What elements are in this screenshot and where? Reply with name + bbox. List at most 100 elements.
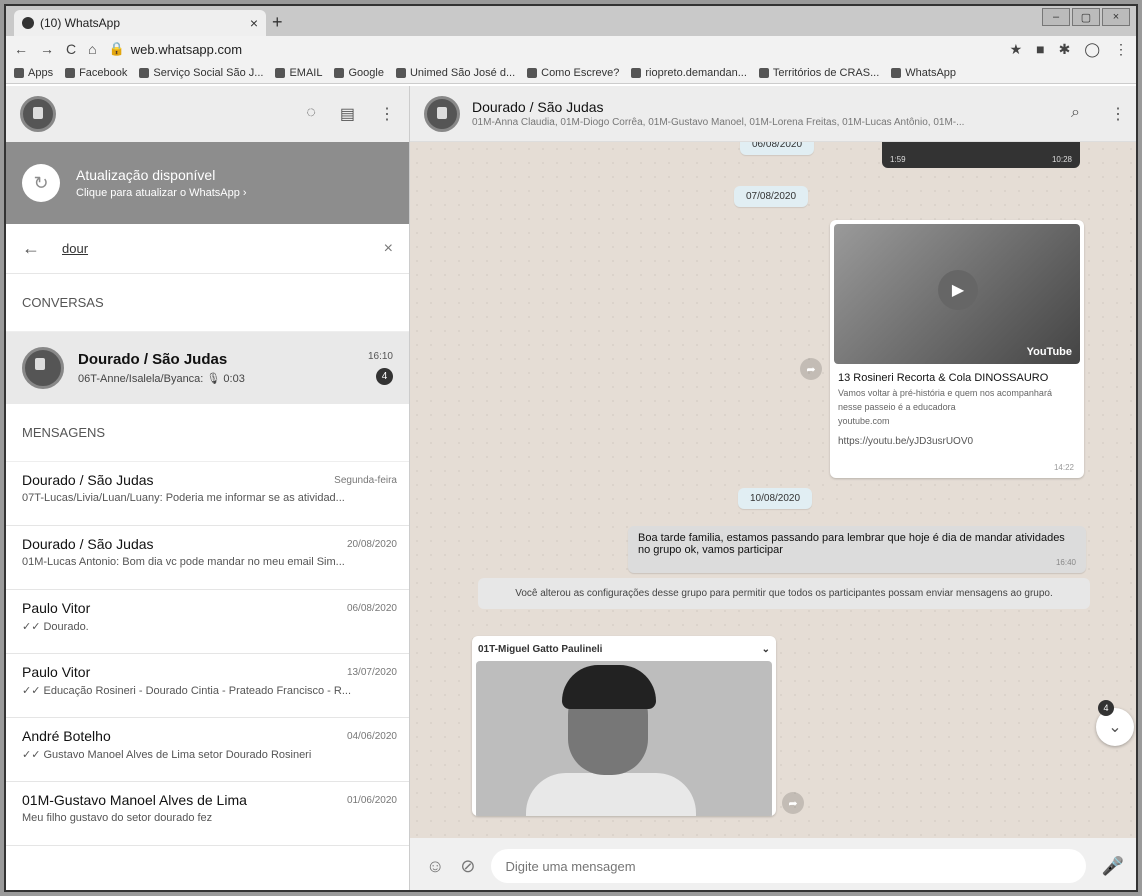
emoji-icon[interactable]: ☺ xyxy=(426,856,444,877)
back-arrow-icon[interactable]: ← xyxy=(22,238,62,259)
photo-message[interactable]: 01T-Miguel Gatto Paulineli ⌄ xyxy=(472,636,776,816)
message-result[interactable]: 01M-Gustavo Manoel Alves de Lima 01/06/20… xyxy=(6,782,409,846)
google-icon xyxy=(334,67,345,78)
message-result[interactable]: Dourado / São Judas Segunda-feira 07T-Luc… xyxy=(6,462,409,526)
message-result[interactable]: Dourado / São Judas 20/08/2020 01M-Lucas … xyxy=(6,526,409,590)
search-input[interactable] xyxy=(62,241,384,256)
search-bar: ← × xyxy=(6,224,409,274)
microphone-icon[interactable]: 🎤 xyxy=(1102,856,1124,877)
clear-search-icon[interactable]: × xyxy=(384,240,393,258)
bookmark-apps[interactable]: Apps xyxy=(14,67,53,79)
message-result[interactable]: Paulo Vitor 06/08/2020 ✓✓ Dourado. xyxy=(6,590,409,654)
sender-name: 01T-Miguel Gatto Paulineli xyxy=(478,644,603,655)
tab-whatsapp[interactable]: (10) WhatsApp × xyxy=(14,10,266,36)
home-icon[interactable]: ⌂ xyxy=(88,41,96,57)
bookmark-como-escreve[interactable]: Como Escreve? xyxy=(527,67,619,79)
profile-icon[interactable]: ◯ xyxy=(1084,41,1100,58)
puzzle-icon[interactable]: ✱ xyxy=(1059,41,1071,58)
date-chip: 10/08/2020 xyxy=(738,488,813,509)
result-name: Paulo Vitor xyxy=(22,600,91,616)
result-date: 04/06/2020 xyxy=(346,731,397,742)
outgoing-message[interactable]: Boa tarde familia, estamos passando para… xyxy=(628,526,1086,573)
new-tab-button[interactable]: + xyxy=(272,12,283,33)
bookmark-servico-social[interactable]: Serviço Social São J... xyxy=(139,67,263,79)
apps-grid-icon xyxy=(14,67,24,78)
whatsapp-icon xyxy=(891,67,902,78)
refresh-icon: ↻ xyxy=(22,164,60,202)
maximize-button[interactable]: ▢ xyxy=(1072,8,1100,26)
tab-title: (10) WhatsApp xyxy=(40,16,121,30)
bookmark-whatsapp[interactable]: WhatsApp xyxy=(891,67,956,79)
whatsapp-app: ◌ ▤ ⋮ ↻ Atualização disponível Clique pa… xyxy=(6,86,1136,890)
result-name: Dourado / São Judas xyxy=(22,472,154,488)
result-text: Meu filho gustavo do setor dourado fez xyxy=(22,812,213,824)
participants-list: 01M-Anna Claudia, 01M-Diogo Corrêa, 01M-… xyxy=(472,117,965,128)
video-title: 13 Rosineri Recorta & Cola DINOSSAURO xyxy=(838,372,1049,384)
chat-preview: 06T-Anne/Isalela/Byanca: 🎙 0:03 xyxy=(78,373,245,385)
message-result[interactable]: André Botelho 04/06/2020 ✓✓ Gustavo Manoe… xyxy=(6,718,409,782)
result-text: 07T-Lucas/Livia/Luan/Luany: Poderia me i… xyxy=(22,492,345,504)
back-icon[interactable]: ← xyxy=(14,41,28,57)
youtube-link-message[interactable]: ▶ YouTube 13 Rosineri Recorta & Cola DIN… xyxy=(830,220,1084,478)
my-avatar[interactable] xyxy=(20,96,56,132)
menu-icon[interactable]: ⋮ xyxy=(379,104,395,124)
toolbar-actions: ★ ■ ✱ ◯ ⋮ xyxy=(1010,41,1128,58)
chat-item-dourado[interactable]: Dourado / São Judas 06T-Anne/Isalela/Bya… xyxy=(6,332,409,404)
bookmark-star-icon[interactable]: ★ xyxy=(1010,41,1023,58)
window-controls: – ▢ × xyxy=(1042,8,1130,26)
menu-icon[interactable]: ⋮ xyxy=(1114,41,1128,58)
result-name: 01M-Gustavo Manoel Alves de Lima xyxy=(22,792,247,808)
bookmarks-bar: Apps Facebook Serviço Social São J... EM… xyxy=(6,62,1136,84)
forward-icon[interactable]: ➦ xyxy=(782,792,804,814)
video-domain: youtube.com xyxy=(838,416,890,426)
sender-row: 01T-Miguel Gatto Paulineli ⌄ xyxy=(476,640,772,661)
search-icon[interactable]: ⌕ xyxy=(1071,104,1080,124)
address-bar[interactable]: 🔒 web.whatsapp.com xyxy=(109,41,998,57)
bookmark-google[interactable]: Google xyxy=(334,67,384,79)
conversation-header[interactable]: Dourado / São Judas 01M-Anna Claudia, 01… xyxy=(410,86,1136,142)
play-icon[interactable]: ▶ xyxy=(938,270,978,310)
reload-icon[interactable]: C xyxy=(66,41,76,57)
scroll-unread-badge: 4 xyxy=(1098,700,1114,716)
result-date: Segunda-feira xyxy=(334,475,397,486)
group-avatar[interactable] xyxy=(424,95,460,132)
video-link[interactable]: https://youtu.be/yJD3usrUOV0 xyxy=(838,436,1076,447)
section-mensagens: MENSAGENS xyxy=(6,404,409,462)
bookmark-facebook[interactable]: Facebook xyxy=(65,67,127,79)
bookmark-riopreto[interactable]: riopreto.demandan... xyxy=(631,67,747,79)
video-time: 10:28 xyxy=(1051,155,1072,164)
photo-image[interactable] xyxy=(476,661,772,816)
update-title: Atualização disponível xyxy=(76,167,216,183)
result-date: 06/08/2020 xyxy=(346,603,397,614)
forward-icon[interactable]: ➦ xyxy=(800,358,822,380)
bookmark-unimed[interactable]: Unimed São José d... xyxy=(395,67,515,79)
extension-icon[interactable]: ■ xyxy=(1036,41,1044,58)
email-icon xyxy=(275,67,286,78)
bookmark-icon xyxy=(758,67,769,78)
bookmark-email[interactable]: EMAIL xyxy=(275,67,322,79)
video-description: Vamos voltar à pré-história e quem nos a… xyxy=(838,388,1052,412)
status-icon[interactable]: ◌ xyxy=(306,104,316,124)
video-message-top[interactable]: 1:59 10:28 xyxy=(882,142,1080,168)
date-chip: 07/08/2020 xyxy=(734,186,809,207)
photo-shirt-shape xyxy=(526,773,696,816)
new-chat-icon[interactable]: ▤ xyxy=(340,104,355,124)
close-tab-icon[interactable]: × xyxy=(250,15,258,31)
message-result[interactable]: Paulo Vitor 13/07/2020 ✓✓ Educação Rosine… xyxy=(6,654,409,718)
minimize-button[interactable]: – xyxy=(1042,8,1070,26)
date-chip: 06/08/2020 xyxy=(740,142,815,155)
message-composer: ☺ ⊘ 🎤 xyxy=(410,838,1136,890)
update-banner[interactable]: ↻ Atualização disponível Clique para atu… xyxy=(6,142,409,224)
menu-icon[interactable]: ⋮ xyxy=(1110,104,1126,124)
forward-icon[interactable]: → xyxy=(40,41,54,57)
attach-icon[interactable]: ⊘ xyxy=(460,856,475,877)
message-input[interactable] xyxy=(491,849,1086,883)
photo-hair-shape xyxy=(562,665,656,709)
video-thumbnail[interactable]: ▶ YouTube xyxy=(834,224,1080,364)
group-avatar xyxy=(22,347,64,389)
bookmark-cras[interactable]: Territórios de CRAS... xyxy=(758,67,879,79)
close-window-button[interactable]: × xyxy=(1102,8,1130,26)
update-subtitle[interactable]: Clique para atualizar o WhatsApp › xyxy=(76,187,247,199)
chevron-down-icon[interactable]: ⌄ xyxy=(762,644,770,655)
browser-toolbar: ← → C ⌂ 🔒 web.whatsapp.com ★ ■ ✱ ◯ ⋮ xyxy=(6,36,1136,62)
